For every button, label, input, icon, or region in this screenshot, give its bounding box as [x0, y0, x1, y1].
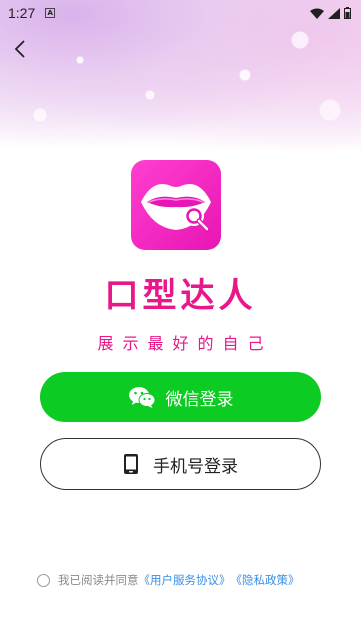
agreement-prefix: 我已阅读并同意 — [58, 573, 139, 587]
app-name: 口型达人 — [104, 276, 257, 316]
back-button[interactable] — [10, 38, 32, 60]
user-agreement-link[interactable]: 《用户服务协议》 — [139, 572, 231, 588]
battery-icon — [344, 7, 351, 19]
phone-login-button[interactable]: 手机号登录 — [40, 438, 321, 490]
app-logo — [131, 160, 221, 250]
status-icons — [310, 7, 351, 19]
status-time: 1:27 — [8, 5, 36, 21]
status-bar: 1:27 A — [0, 0, 361, 26]
notification-badge: A — [45, 8, 56, 18]
chevron-left-icon — [14, 40, 25, 58]
wechat-icon — [128, 387, 155, 408]
app-slogan: 展示最好的自己 — [97, 334, 273, 353]
agreement-row: 我已阅读并同意 《用户服务协议》 《隐私政策》 — [37, 572, 337, 588]
phone-icon — [124, 454, 138, 474]
wechat-login-button[interactable]: 微信登录 — [40, 372, 321, 422]
wechat-login-label: 微信登录 — [165, 389, 234, 410]
agreement-checkbox[interactable] — [37, 573, 50, 587]
cellular-signal-icon — [328, 7, 340, 19]
privacy-policy-link[interactable]: 《隐私政策》 — [231, 572, 300, 588]
phone-login-label: 手机号登录 — [153, 456, 238, 477]
wifi-icon — [310, 8, 324, 19]
lips-magnifier-icon — [141, 184, 211, 233]
